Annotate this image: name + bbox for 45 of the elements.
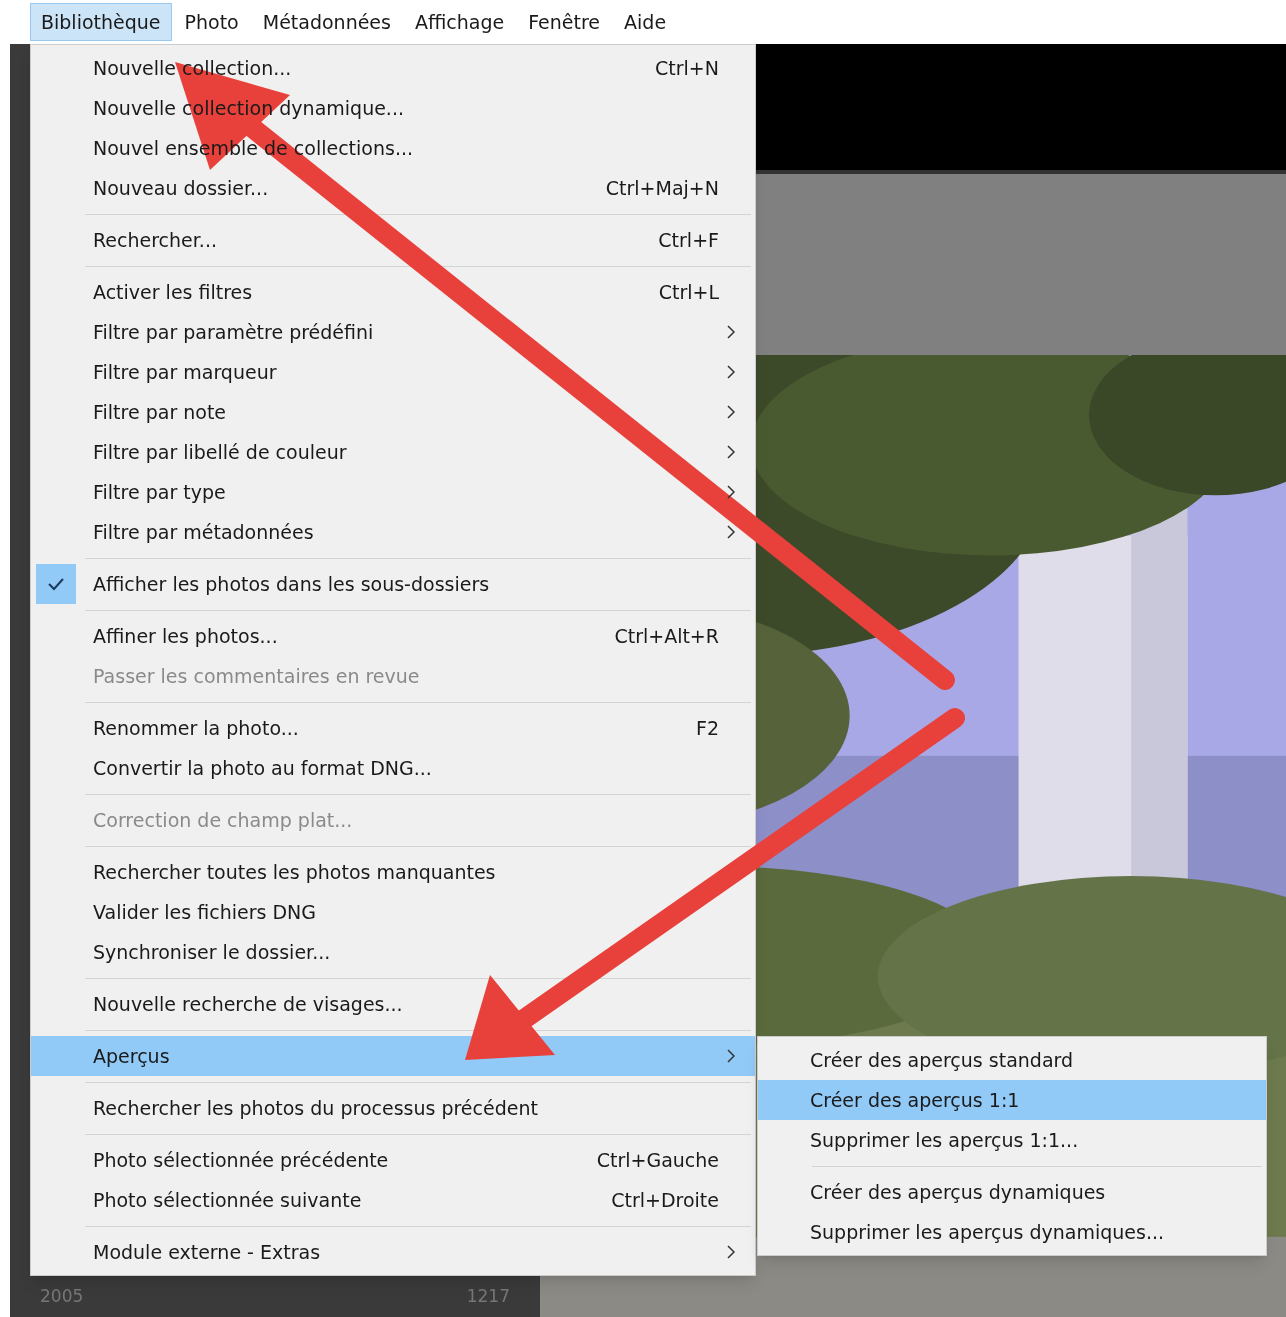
shortcut: Ctrl+Alt+R [614, 623, 719, 649]
shortcut: Ctrl+N [655, 55, 719, 81]
menu-item[interactable]: Renommer la photo... F2 [31, 708, 755, 748]
menu-item[interactable]: Filtre par métadonnées [31, 512, 755, 552]
shortcut: F2 [695, 715, 719, 741]
shortcut: Ctrl+Droite [611, 1187, 719, 1213]
menu-item[interactable]: Supprimer les aperçus 1:1... [758, 1120, 1266, 1160]
menu-item[interactable]: Activer les filtres Ctrl+L [31, 272, 755, 312]
menu-item[interactable]: Créer des aperçus dynamiques [758, 1172, 1266, 1212]
menubar-item[interactable]: Métadonnées [251, 2, 402, 42]
menu-item[interactable]: Convertir la photo au format DNG... [31, 748, 755, 788]
menu-item[interactable]: Créer des aperçus 1:1 [758, 1080, 1266, 1120]
menu-item[interactable]: Filtre par paramètre prédéfini [31, 312, 755, 352]
menu-item[interactable]: Filtre par note [31, 392, 755, 432]
menu-item[interactable]: Photo sélectionnée précédente Ctrl+Gauche [31, 1140, 755, 1180]
menu-item[interactable]: Rechercher... Ctrl+F [31, 220, 755, 260]
menu-item[interactable]: Aperçus [31, 1036, 755, 1076]
menu-item[interactable]: Rechercher les photos du processus précédent [31, 1088, 755, 1128]
shortcut: Ctrl+L [658, 279, 719, 305]
shortcut: Ctrl+F [658, 227, 719, 253]
menu-item[interactable]: Nouveau dossier... Ctrl+Maj+N [31, 168, 755, 208]
menu-item[interactable]: Filtre par marqueur [31, 352, 755, 392]
menu-item[interactable]: Nouvelle collection... Ctrl+N [31, 48, 755, 88]
menu-item[interactable]: Module externe - Extras [31, 1232, 755, 1272]
menubar-item[interactable]: Bibliothèque [30, 2, 172, 42]
menu-item[interactable]: Filtre par type [31, 472, 755, 512]
menu-item[interactable]: Créer des aperçus standard [758, 1040, 1266, 1080]
menubar-item[interactable]: Affichage [403, 2, 516, 42]
folder-count: 1217 [466, 1285, 510, 1309]
menubar-item[interactable]: Photo [173, 2, 250, 42]
menubar-item[interactable]: Fenêtre [517, 2, 612, 42]
folder-name: 2005 [40, 1285, 84, 1309]
menu-item[interactable]: Synchroniser le dossier... [31, 932, 755, 972]
menu-item[interactable]: Afficher les photos dans les sous-dossiers [31, 564, 755, 604]
menu-item[interactable]: Photo sélectionnée suivante Ctrl+Droite [31, 1180, 755, 1220]
menu-item[interactable]: Nouvelle recherche de visages... [31, 984, 755, 1024]
menu-item[interactable]: Rechercher toutes les photos manquantes [31, 852, 755, 892]
checkmark-icon [36, 564, 76, 604]
menu-item[interactable]: Filtre par libellé de couleur [31, 432, 755, 472]
menu-item[interactable]: Supprimer les aperçus dynamiques... [758, 1212, 1266, 1252]
menu-item[interactable]: Valider les fichiers DNG [31, 892, 755, 932]
menubar-item[interactable]: Aide [613, 2, 678, 42]
shortcut: Ctrl+Maj+N [605, 175, 719, 201]
shortcut: Ctrl+Gauche [596, 1147, 719, 1173]
menu-item[interactable]: Affiner les photos... Ctrl+Alt+R [31, 616, 755, 656]
